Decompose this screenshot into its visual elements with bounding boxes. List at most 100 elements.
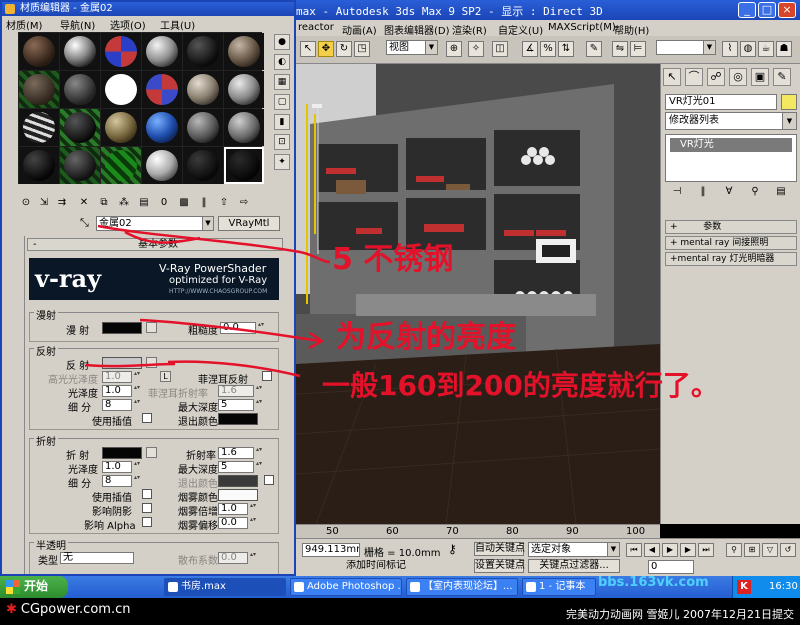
ior-spinner[interactable]: 1.6 [218, 446, 262, 459]
taskbar-item-max[interactable]: 书房.max [164, 578, 286, 596]
pick-material-icon[interactable]: ⤡ [80, 216, 94, 231]
refl-interp-checkbox[interactable] [142, 413, 152, 423]
sample-slot[interactable] [224, 109, 264, 146]
lock-hilight-button[interactable]: L [160, 371, 171, 382]
menu-rendering[interactable]: 渲染(R) [452, 22, 487, 37]
align-icon[interactable]: ⊨ [630, 41, 646, 57]
modifier-list-dropdown[interactable]: 修改器列表 ▼ [665, 112, 797, 130]
show-map-icon[interactable]: ▩ [176, 195, 192, 211]
play-icon[interactable]: ▶ [662, 543, 678, 557]
show-end-result-icon[interactable]: ‖ [196, 195, 212, 211]
menu-options[interactable]: 选项(O) [110, 17, 146, 32]
motion-tab-icon[interactable]: ◎ [729, 68, 747, 86]
scale-icon[interactable]: ◳ [354, 41, 370, 57]
sample-slot[interactable] [142, 33, 182, 70]
select-manipulate-icon[interactable]: ✧ [468, 41, 484, 57]
modify-tab-icon[interactable]: ⌒ [685, 68, 703, 86]
menu-reactor[interactable]: reactor [298, 22, 334, 33]
create-tab-icon[interactable]: ↖ [663, 68, 681, 86]
minimize-button[interactable]: _ [738, 2, 756, 18]
roughness-spinner[interactable]: 0.0 [220, 321, 264, 334]
fog-mult-spinner[interactable]: 1.0 [218, 502, 256, 515]
sample-slot[interactable] [183, 109, 223, 146]
current-frame-field[interactable]: 0 [648, 560, 694, 574]
selection-set-combo[interactable]: 选定对象 ▼ [528, 542, 620, 557]
prev-frame-icon[interactable]: ◀ [644, 543, 660, 557]
options-icon[interactable]: ✦ [274, 154, 290, 170]
diffuse-color-swatch[interactable] [102, 322, 142, 334]
fresnel-ior-spinner[interactable]: 1.6 [218, 384, 262, 397]
fog-bias-spinner[interactable]: 0.0 [218, 516, 256, 529]
refr-exit-color-checkbox[interactable] [264, 475, 274, 485]
angle-snap-icon[interactable]: ∡ [522, 41, 538, 57]
sample-slot[interactable] [19, 109, 59, 146]
sample-slot[interactable] [224, 33, 264, 70]
menu-maxscript[interactable]: MAXScript(M) [548, 22, 616, 33]
fov-icon[interactable]: ▽ [762, 543, 778, 557]
rotate-icon[interactable]: ↻ [336, 41, 352, 57]
pin-stack-icon[interactable]: ⊣ [669, 186, 685, 200]
translucency-type-combo[interactable]: 无 [60, 552, 134, 564]
rollout-parameters[interactable]: + 参数 [665, 220, 797, 234]
named-selection-icon[interactable]: ✎ [586, 41, 602, 57]
remove-modifier-icon[interactable]: ⚲ [747, 186, 763, 200]
sample-slot[interactable] [142, 147, 182, 184]
fog-color-swatch[interactable] [218, 489, 258, 501]
put-to-scene-icon[interactable]: ⇲ [36, 195, 52, 211]
put-to-library-icon[interactable]: ▤ [136, 195, 152, 211]
material-type-button[interactable]: VRayMtl [218, 216, 280, 231]
start-button[interactable]: 开始 [0, 576, 68, 598]
diffuse-map-button[interactable] [146, 322, 157, 333]
key-filters-button[interactable]: 关键点过滤器... [528, 559, 620, 573]
sample-slot[interactable] [19, 71, 59, 108]
sample-slot[interactable] [60, 109, 100, 146]
sample-slot[interactable] [183, 71, 223, 108]
menu-customize[interactable]: 自定义(U) [498, 22, 543, 37]
copy-material-icon[interactable]: ⧉ [96, 195, 112, 211]
refr-max-depth-spinner[interactable]: 5 [218, 460, 262, 473]
refl-exit-color-swatch[interactable] [218, 413, 258, 425]
refl-subdivs-spinner[interactable]: 8 [102, 398, 140, 411]
move-icon[interactable]: ✥ [318, 41, 334, 57]
material-effects-channel-icon[interactable]: 0 [156, 195, 172, 211]
utilities-tab-icon[interactable]: ✎ [773, 68, 791, 86]
basic-parameters-header[interactable]: - 基本参数 [27, 238, 283, 251]
next-frame-icon[interactable]: ▶ [680, 543, 696, 557]
sample-slot[interactable] [60, 33, 100, 70]
rollout-mr-light-shader[interactable]: +mental ray 灯光明暗器 [665, 252, 797, 266]
select-object-icon[interactable]: ↖ [300, 41, 316, 57]
affect-shadows-checkbox[interactable] [142, 503, 152, 513]
go-to-parent-icon[interactable]: ⇧ [216, 195, 232, 211]
sample-slot[interactable] [60, 71, 100, 108]
uv-tiling-icon[interactable]: ▢ [274, 94, 290, 110]
make-unique-icon[interactable]: ∀ [721, 186, 737, 200]
sample-slot[interactable] [142, 71, 182, 108]
taskbar-item-photoshop[interactable]: Adobe Photoshop ... [290, 578, 402, 596]
sample-slot[interactable] [183, 33, 223, 70]
menu-material[interactable]: 材质(M) [6, 17, 42, 32]
named-selection-combo[interactable]: ▼ [656, 40, 716, 55]
affect-alpha-checkbox[interactable] [142, 517, 152, 527]
zoom-all-icon[interactable]: ⊞ [744, 543, 760, 557]
close-button[interactable]: × [778, 2, 796, 18]
refr-interp-checkbox[interactable] [142, 489, 152, 499]
sample-slot[interactable] [19, 147, 59, 184]
sample-slot[interactable] [101, 33, 141, 70]
sample-slot[interactable] [224, 71, 264, 108]
maximize-button[interactable]: □ [758, 2, 776, 18]
refr-gloss-spinner[interactable]: 1.0 [102, 460, 140, 473]
spinner-snap-icon[interactable]: ⇅ [558, 41, 574, 57]
tray-k-icon[interactable]: K [737, 580, 751, 594]
sample-slot[interactable] [101, 71, 141, 108]
refr-exit-color-swatch[interactable] [218, 475, 258, 487]
refract-map-button[interactable] [146, 447, 157, 458]
time-ruler[interactable]: 50 60 70 80 90 100 [296, 524, 660, 538]
menu-help[interactable]: 帮助(H) [614, 22, 649, 37]
curve-editor-icon[interactable]: ⌇ [722, 41, 738, 57]
scatter-coef-spinner[interactable]: 0.0 [218, 551, 256, 564]
go-to-end-icon[interactable]: ⏭ [698, 543, 714, 557]
sample-type-icon[interactable]: ● [274, 34, 290, 50]
sample-slot[interactable] [183, 147, 223, 184]
mirror-icon[interactable]: ⇋ [612, 41, 628, 57]
hilight-gloss-spinner[interactable]: 1.0 [102, 370, 140, 383]
